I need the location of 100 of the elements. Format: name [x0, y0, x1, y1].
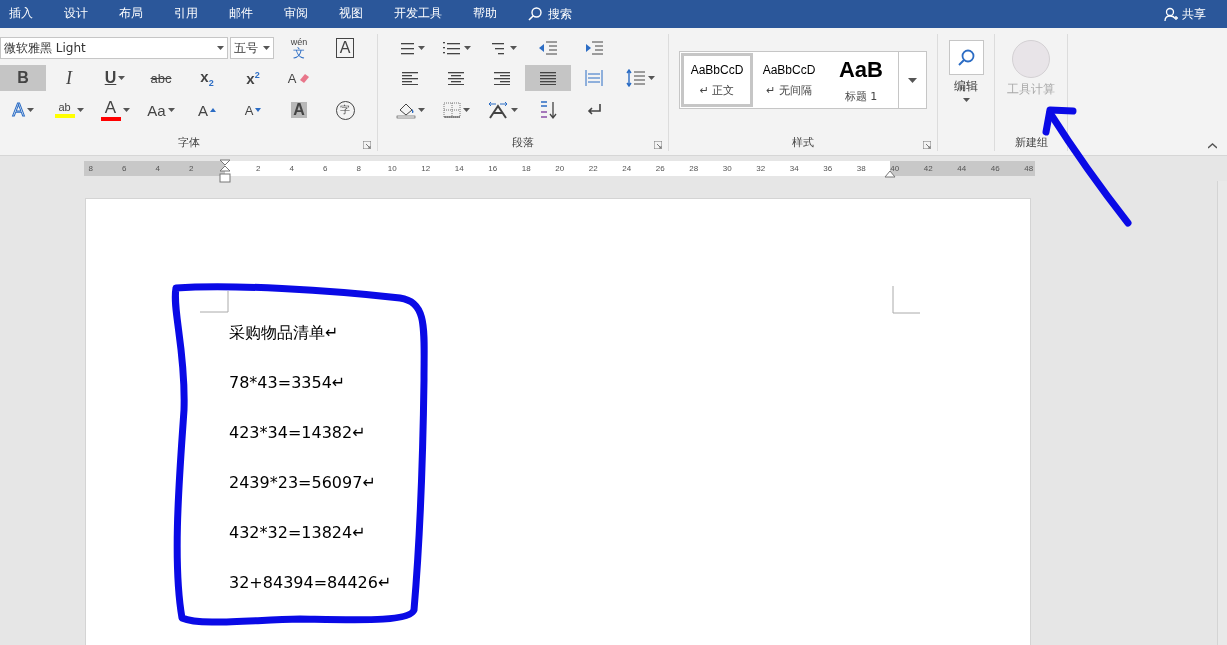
dropdown-caret-icon [462, 108, 470, 112]
group-label: 样式 [792, 135, 814, 151]
menu-tab[interactable]: 视图 [339, 2, 363, 26]
ruler-number: 24 [621, 164, 633, 173]
shade-button[interactable]: A [276, 97, 322, 123]
ruler-number: 36 [822, 164, 834, 173]
eraser-icon [298, 73, 311, 83]
menu-tab[interactable]: 邮件 [229, 2, 253, 26]
collapse-ribbon-icon[interactable] [1208, 143, 1217, 149]
down-triangle-icon [255, 108, 262, 112]
strike-button[interactable]: abc [138, 65, 184, 91]
ruler-number: 2 [255, 164, 262, 173]
menu-tab[interactable]: 审阅 [284, 2, 308, 26]
ruler-number: 4 [288, 164, 295, 173]
menu-tab[interactable]: 布局 [119, 2, 143, 26]
ruler-number: 30 [721, 164, 733, 173]
ruler-number: 32 [755, 164, 767, 173]
dialog-launcher-icon[interactable] [923, 141, 931, 149]
ruler-number: 20 [554, 164, 566, 173]
character-border-button[interactable]: A [322, 35, 368, 61]
menu-tab[interactable]: 插入 [9, 2, 33, 26]
style-preview: AaB [839, 56, 883, 83]
document-line: 423*34=14382↵ [229, 423, 367, 443]
style-item[interactable]: AaB 标题 1 [825, 53, 897, 107]
dropdown-caret-icon [167, 108, 175, 112]
group-label: 段落 [512, 135, 534, 151]
color-button[interactable]: A [92, 97, 138, 123]
document-line: 2439*23=56097↵ [229, 473, 377, 493]
numbered-list-icon [441, 41, 462, 55]
indent-marker[interactable] [219, 159, 231, 185]
crop-mark [892, 286, 921, 314]
shrink-button[interactable]: A [230, 97, 276, 123]
up-triangle-icon [210, 108, 216, 112]
script-button[interactable]: x$_{2}$ [184, 65, 230, 91]
case-button[interactable]: Aa [138, 97, 184, 123]
dropdown-caret-icon [417, 46, 425, 50]
script-button[interactable]: x$^{2}$ [230, 65, 276, 91]
group-label: 新建组 [1014, 135, 1048, 151]
phonetic-guide-button[interactable]: wén 文 [276, 35, 322, 61]
dropdown-caret-icon [118, 76, 126, 80]
ruler-number: 4 [154, 164, 161, 173]
align-right-icon [492, 71, 512, 85]
search-icon [528, 7, 542, 21]
menu-tab[interactable]: 帮助 [473, 2, 497, 26]
ruler-number: 48 [1023, 164, 1035, 173]
ruler-number: 28 [688, 164, 700, 173]
ruler-number: 34 [788, 164, 800, 173]
document-line: 432*32=13824↵ [229, 523, 367, 543]
borders-icon [442, 102, 461, 118]
bold-button[interactable]: B [0, 65, 46, 91]
highlight-button[interactable]: ab [46, 97, 92, 123]
align-justify-button[interactable] [525, 65, 571, 91]
search-button[interactable]: 搜索 [528, 5, 572, 23]
menu-tab[interactable]: 开发工具 [394, 2, 442, 26]
dialog-launcher-icon[interactable] [363, 141, 371, 149]
ruler-number: 40 [889, 164, 901, 173]
search-icon [956, 47, 976, 68]
dropdown-caret-icon [417, 108, 425, 112]
ruler-number: 18 [520, 164, 532, 173]
dropdown-caret-icon [217, 46, 224, 50]
style-item[interactable]: AaBbCcD ↵ 无间隔 [753, 53, 825, 107]
align-justify-icon [538, 71, 558, 85]
font-size-field[interactable]: 五号 [230, 37, 274, 59]
italic-button[interactable]: I [46, 65, 92, 91]
dropdown-caret-icon [76, 108, 84, 112]
clear-button[interactable]: A [276, 65, 322, 91]
document-line: 78*43=3354↵ [229, 373, 347, 393]
ruler-number: 16 [487, 164, 499, 173]
ruler-number: 8 [87, 164, 94, 173]
menu-tab[interactable]: 设计 [64, 2, 88, 26]
ruler-number: 8 [355, 164, 362, 173]
dropdown-caret-icon [26, 108, 34, 112]
find-button[interactable] [948, 40, 984, 75]
dropdown-caret-icon [962, 98, 970, 102]
dropdown-caret-icon [463, 46, 471, 50]
document-line: 32+84394=84426↵ [229, 573, 393, 593]
ruler-number: 2 [188, 164, 195, 173]
font-name-field[interactable]: 微软雅黑 Light [0, 37, 228, 59]
ruler-number: 14 [453, 164, 465, 173]
ruler-number: 22 [587, 164, 599, 173]
document-line: 采购物品清单↵ [229, 323, 340, 343]
underline-button[interactable]: U [92, 65, 138, 91]
align-left-icon [400, 71, 420, 85]
paint-bucket-icon [395, 101, 416, 119]
enclose-button[interactable]: 字 [322, 97, 368, 123]
ruler-number: 42 [922, 164, 934, 173]
menu-tab[interactable]: 引用 [174, 2, 198, 26]
share-button[interactable]: 共享 [1164, 5, 1206, 23]
ruler-number: 44 [956, 164, 968, 173]
paragraph-mark-icon [585, 103, 603, 117]
ruler-number: 38 [855, 164, 867, 173]
style-name: 标题 1 [844, 88, 878, 104]
sort-icon [538, 100, 558, 120]
dialog-launcher-icon[interactable] [654, 141, 662, 149]
ruler-number: 6 [121, 164, 128, 173]
grow-button[interactable]: A [184, 97, 230, 123]
dropdown-caret-icon [908, 77, 917, 83]
right-indent-marker[interactable] [884, 170, 896, 178]
style-item[interactable]: AaBbCcD ↵ 正文 [681, 53, 753, 107]
style-preview: AaBbCcD [690, 62, 744, 77]
